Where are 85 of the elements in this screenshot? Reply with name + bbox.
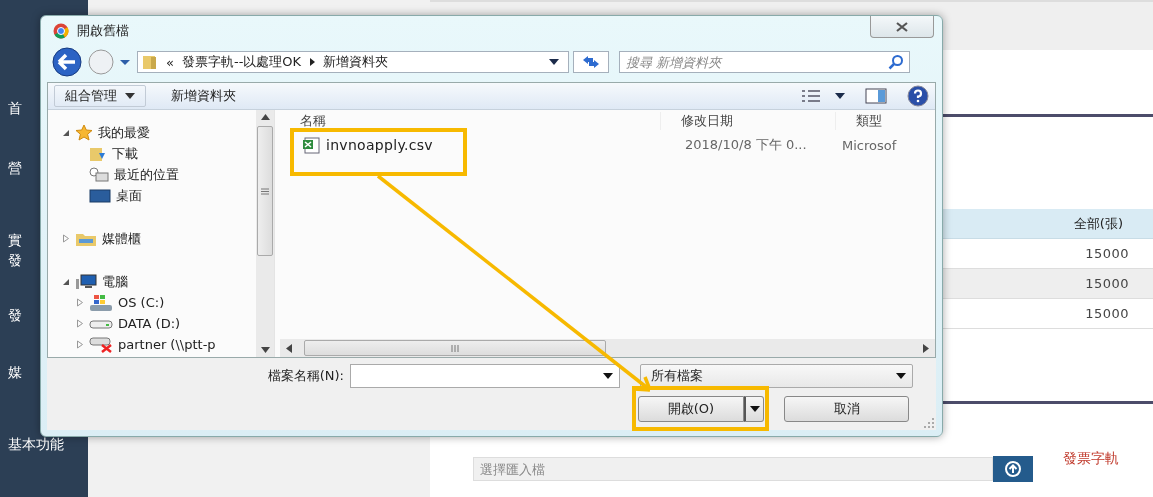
scroll-down-arrow-icon[interactable] — [260, 347, 270, 353]
sidebar-item[interactable]: 媒 — [8, 364, 22, 382]
collapsed-arrow-icon[interactable] — [62, 234, 70, 243]
tree-item[interactable]: 下載 — [48, 143, 256, 164]
column-header[interactable]: 修改日期 — [660, 112, 835, 130]
history-dropdown-icon[interactable] — [119, 58, 131, 66]
caret-icon — [749, 406, 760, 412]
dropdown-arrow-icon — [896, 373, 906, 379]
tree-item[interactable]: 媒體櫃 — [48, 228, 256, 249]
preview-pane-icon[interactable] — [865, 88, 887, 104]
file-row[interactable]: invnoapply.csv 2018/10/8 下午 0... Microsof — [280, 132, 935, 158]
window-title: 開啟舊檔 — [77, 22, 129, 40]
scrollbar[interactable] — [256, 110, 274, 357]
new-folder-button[interactable]: 新增資料夾 — [160, 85, 247, 107]
address-bar[interactable]: « 發票字軌--以處理OK 新增資料夾 — [137, 51, 569, 73]
back-button[interactable] — [51, 47, 85, 77]
open-button[interactable]: 開啟(O) — [638, 396, 744, 422]
system-drive-icon — [89, 293, 113, 312]
breadcrumb[interactable]: « — [166, 54, 174, 70]
resize-grip-icon[interactable] — [924, 418, 934, 428]
upload-icon — [1004, 460, 1022, 478]
drive-icon — [89, 318, 113, 329]
download-folder-icon — [89, 145, 107, 162]
sidebar-item[interactable]: 營 — [8, 160, 22, 178]
table-cell: 15000 — [1085, 246, 1129, 261]
folder-icon — [142, 54, 158, 70]
sidebar-item[interactable]: 首 — [8, 100, 22, 118]
scroll-up-arrow-icon[interactable] — [260, 114, 270, 120]
breadcrumb[interactable]: 新增資料夾 — [323, 53, 389, 71]
computer-icon — [75, 273, 97, 290]
file-type-dropdown[interactable]: 所有檔案 — [640, 364, 913, 388]
collapsed-arrow-icon[interactable] — [76, 319, 84, 328]
tree-item[interactable]: 我的最愛 — [48, 122, 256, 143]
scrollbar[interactable] — [280, 339, 935, 357]
browser-icon — [53, 23, 69, 39]
sidebar-item[interactable]: 實 — [8, 232, 22, 250]
scroll-right-arrow-icon[interactable] — [923, 343, 929, 353]
search-icon — [888, 54, 904, 70]
refresh-icon — [581, 55, 601, 69]
tree-item[interactable]: 電腦 — [48, 271, 256, 292]
caret-icon — [125, 93, 135, 99]
breadcrumb-arrow-icon[interactable] — [309, 58, 316, 66]
breadcrumb[interactable]: 發票字軌--以處理OK — [181, 53, 302, 71]
spreadsheet-file-icon — [302, 136, 320, 154]
column-header: 全部(張) — [1073, 214, 1123, 233]
open-dropdown-button[interactable] — [744, 396, 764, 422]
close-icon — [895, 21, 909, 32]
sidebar-item[interactable]: 發 — [8, 252, 22, 270]
tree-item[interactable]: OS (C:) — [48, 292, 256, 313]
table-cell: 15000 — [1085, 306, 1129, 321]
help-icon[interactable] — [907, 85, 929, 107]
desktop-icon — [89, 188, 111, 203]
expanded-arrow-icon[interactable] — [62, 277, 70, 286]
expanded-arrow-icon[interactable] — [62, 128, 70, 137]
collapsed-arrow-icon[interactable] — [76, 340, 84, 349]
recent-places-icon — [89, 166, 109, 183]
collapsed-arrow-icon[interactable] — [76, 298, 84, 307]
cancel-button[interactable]: 取消 — [784, 396, 909, 422]
column-header[interactable]: 類型 — [835, 112, 915, 130]
grip-lines-icon — [261, 187, 269, 195]
view-list-icon[interactable] — [801, 89, 821, 103]
tree-item[interactable]: 最近的位置 — [48, 164, 256, 185]
file-name-label: 檔案名稱(N): — [266, 367, 344, 385]
sidebar-item[interactable]: 發 — [8, 307, 22, 325]
grip-lines-icon — [451, 344, 459, 352]
file-name-field[interactable] — [350, 364, 620, 388]
column-header[interactable]: 名稱 — [280, 112, 660, 130]
table-cell: 15000 — [1085, 276, 1129, 291]
tree-item[interactable]: 桌面 — [48, 185, 256, 206]
refresh-button[interactable] — [573, 51, 609, 73]
star-icon — [75, 124, 93, 141]
tree-item[interactable]: DATA (D:) — [48, 313, 256, 334]
disconnected-drive-icon — [89, 336, 113, 353]
caret-icon[interactable] — [835, 93, 845, 99]
search-field[interactable]: 搜尋 新增資料夾 — [619, 51, 910, 73]
dropdown-arrow-icon[interactable] — [548, 58, 560, 66]
upload-button[interactable] — [993, 456, 1033, 482]
notice-text: 發票字軌 — [1063, 450, 1119, 468]
dropdown-arrow-icon — [603, 373, 613, 379]
close-button[interactable] — [870, 16, 934, 38]
import-file-field[interactable]: 選擇匯入檔 — [473, 457, 993, 481]
organize-button[interactable]: 組合管理 — [54, 85, 146, 107]
sidebar-item[interactable]: 基本功能 — [8, 436, 64, 454]
tree-item[interactable]: partner (\\ptt-p — [48, 334, 256, 355]
scroll-left-arrow-icon[interactable] — [286, 343, 292, 353]
